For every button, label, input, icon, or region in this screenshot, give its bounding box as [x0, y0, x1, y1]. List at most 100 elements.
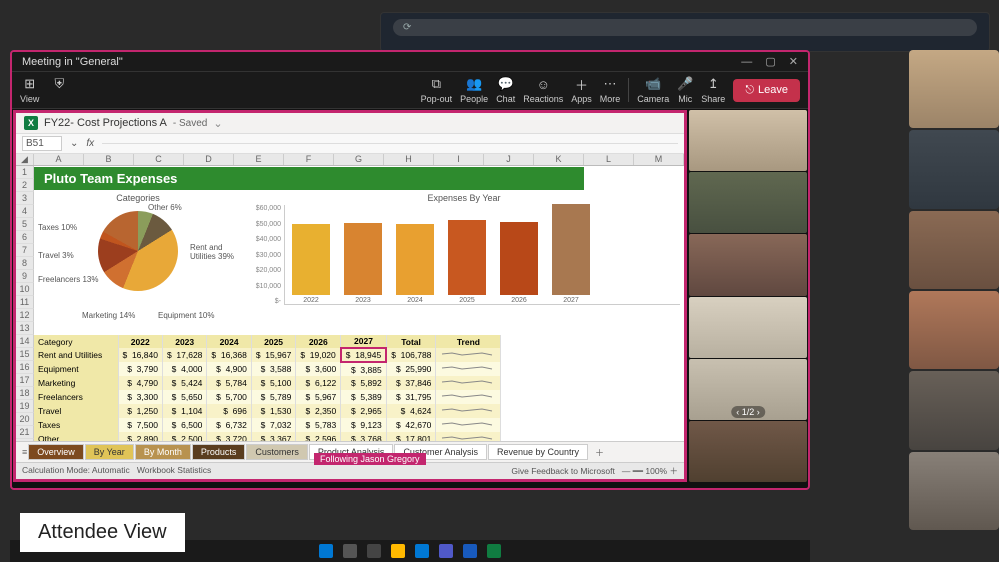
row-header[interactable]: 5 — [16, 218, 34, 231]
cell[interactable]: $ 5,967 — [296, 390, 341, 404]
cell[interactable]: $ 3,300 — [118, 390, 162, 404]
video-tile[interactable] — [689, 297, 807, 358]
name-box[interactable]: B51 — [22, 136, 62, 151]
cell[interactable]: $ 6,122 — [296, 376, 341, 390]
row-header[interactable]: 15 — [16, 348, 34, 361]
apps-button[interactable]: ＋Apps — [571, 76, 592, 104]
row-header[interactable]: 9 — [16, 270, 34, 283]
video-tile[interactable] — [689, 110, 807, 171]
pager[interactable]: ‹ 1/2 › — [731, 406, 765, 418]
row-header[interactable]: 14 — [16, 335, 34, 348]
col-header[interactable]: F — [284, 154, 334, 165]
cell[interactable]: $ 6,500 — [162, 418, 206, 432]
tab-products[interactable]: Products — [192, 444, 246, 460]
col-header[interactable]: E — [234, 154, 284, 165]
reactions-button[interactable]: ☺Reactions — [523, 76, 563, 104]
col-header[interactable]: B — [84, 154, 134, 165]
cells-area[interactable]: Pluto Team Expenses Categories Other 6% … — [34, 166, 684, 441]
tab-by-year[interactable]: By Year — [85, 444, 134, 460]
formula-input[interactable] — [102, 143, 678, 144]
cell[interactable]: $ 5,783 — [296, 418, 341, 432]
cell[interactable]: $ 25,990 — [386, 362, 436, 376]
cell[interactable]: $ 6,732 — [207, 418, 251, 432]
cell[interactable]: $ 5,892 — [341, 376, 386, 390]
cell[interactable]: $ 42,670 — [386, 418, 436, 432]
row-header[interactable]: 6 — [16, 231, 34, 244]
cell[interactable]: $ 2,596 — [296, 432, 341, 441]
cell[interactable]: Marketing — [34, 376, 118, 390]
video-tile[interactable] — [689, 421, 807, 482]
close-icon[interactable]: ✕ — [789, 56, 798, 68]
zoom-level[interactable]: 100% — [645, 466, 667, 476]
shield-button[interactable]: ⛨ — [51, 76, 67, 104]
cell[interactable]: $ 7,500 — [118, 418, 162, 432]
cell[interactable]: Freelancers — [34, 390, 118, 404]
row-header[interactable]: 17 — [16, 374, 34, 387]
tab-revenue-country[interactable]: Revenue by Country — [488, 444, 588, 460]
expand-icon[interactable]: ⌄ — [70, 138, 78, 149]
col-header[interactable]: D — [184, 154, 234, 165]
row-header[interactable]: 20 — [16, 413, 34, 426]
view-button[interactable]: ⊞View — [20, 76, 39, 104]
cell[interactable]: $ 18,945 — [341, 348, 386, 362]
row-header[interactable]: 4 — [16, 205, 34, 218]
cell[interactable]: $ 9,123 — [341, 418, 386, 432]
camera-button[interactable]: 📹Camera — [637, 76, 669, 104]
cell[interactable]: $ 3,790 — [118, 362, 162, 376]
row-header[interactable]: 13 — [16, 322, 34, 335]
cell[interactable]: $ 5,650 — [162, 390, 206, 404]
row-header[interactable]: 2 — [16, 179, 34, 192]
row-header[interactable]: 18 — [16, 387, 34, 400]
people-button[interactable]: 👥People — [460, 76, 488, 104]
row-header[interactable]: 10 — [16, 283, 34, 296]
search-icon[interactable] — [343, 544, 357, 558]
row-header[interactable]: 7 — [16, 244, 34, 257]
mic-button[interactable]: 🎤Mic — [677, 76, 693, 104]
more-button[interactable]: ⋯More — [600, 76, 621, 104]
cell[interactable]: $ 5,100 — [251, 376, 295, 390]
maximize-icon[interactable]: ▢ — [765, 56, 775, 68]
cell[interactable]: $ 17,801 — [386, 432, 436, 441]
cell[interactable]: $ 106,788 — [386, 348, 436, 362]
col-header[interactable]: G — [334, 154, 384, 165]
cell[interactable]: Other — [34, 432, 118, 441]
cell[interactable]: $ 15,967 — [251, 348, 295, 362]
col-header[interactable]: M — [634, 154, 684, 165]
col-header[interactable]: L — [584, 154, 634, 165]
cell[interactable]: $ 1,250 — [118, 404, 162, 418]
cell[interactable]: Taxes — [34, 418, 118, 432]
cell[interactable]: $ 19,020 — [296, 348, 341, 362]
row-header[interactable]: 16 — [16, 361, 34, 374]
cell[interactable]: $ 4,000 — [162, 362, 206, 376]
cell[interactable]: $ 4,624 — [386, 404, 436, 418]
row-header[interactable]: 19 — [16, 400, 34, 413]
cell[interactable]: $ 3,600 — [296, 362, 341, 376]
chevron-down-icon[interactable]: ⌄ — [213, 117, 222, 130]
edge-icon[interactable] — [415, 544, 429, 558]
cell[interactable]: $ 5,389 — [341, 390, 386, 404]
tab-customers[interactable]: Customers — [246, 444, 308, 460]
video-tile[interactable] — [689, 234, 807, 295]
video-tile[interactable] — [689, 172, 807, 233]
video-tile[interactable]: ‹ 1/2 › — [689, 359, 807, 420]
cell[interactable]: $ 3,720 — [207, 432, 251, 441]
cell[interactable]: $ 2,350 — [296, 404, 341, 418]
cell[interactable]: $ 5,700 — [207, 390, 251, 404]
cell[interactable]: $ 31,795 — [386, 390, 436, 404]
tab-by-month[interactable]: By Month — [135, 444, 191, 460]
minimize-icon[interactable]: — — [741, 56, 752, 68]
tab-overview[interactable]: Overview — [28, 444, 84, 460]
row-header[interactable]: 1 — [16, 166, 34, 179]
row-header[interactable]: 8 — [16, 257, 34, 270]
feedback-link[interactable]: Give Feedback to Microsoft — [511, 466, 614, 476]
leave-button[interactable]: ⎋Leave — [733, 79, 800, 102]
row-header[interactable]: 11 — [16, 296, 34, 309]
popout-button[interactable]: ⧉Pop-out — [421, 76, 453, 104]
share-button[interactable]: ↥Share — [701, 76, 725, 104]
cell[interactable]: $ 3,768 — [341, 432, 386, 441]
cell[interactable]: $ 7,032 — [251, 418, 295, 432]
col-header[interactable]: I — [434, 154, 484, 165]
col-header[interactable]: J — [484, 154, 534, 165]
cell[interactable]: $ 2,965 — [341, 404, 386, 418]
col-header[interactable]: C — [134, 154, 184, 165]
